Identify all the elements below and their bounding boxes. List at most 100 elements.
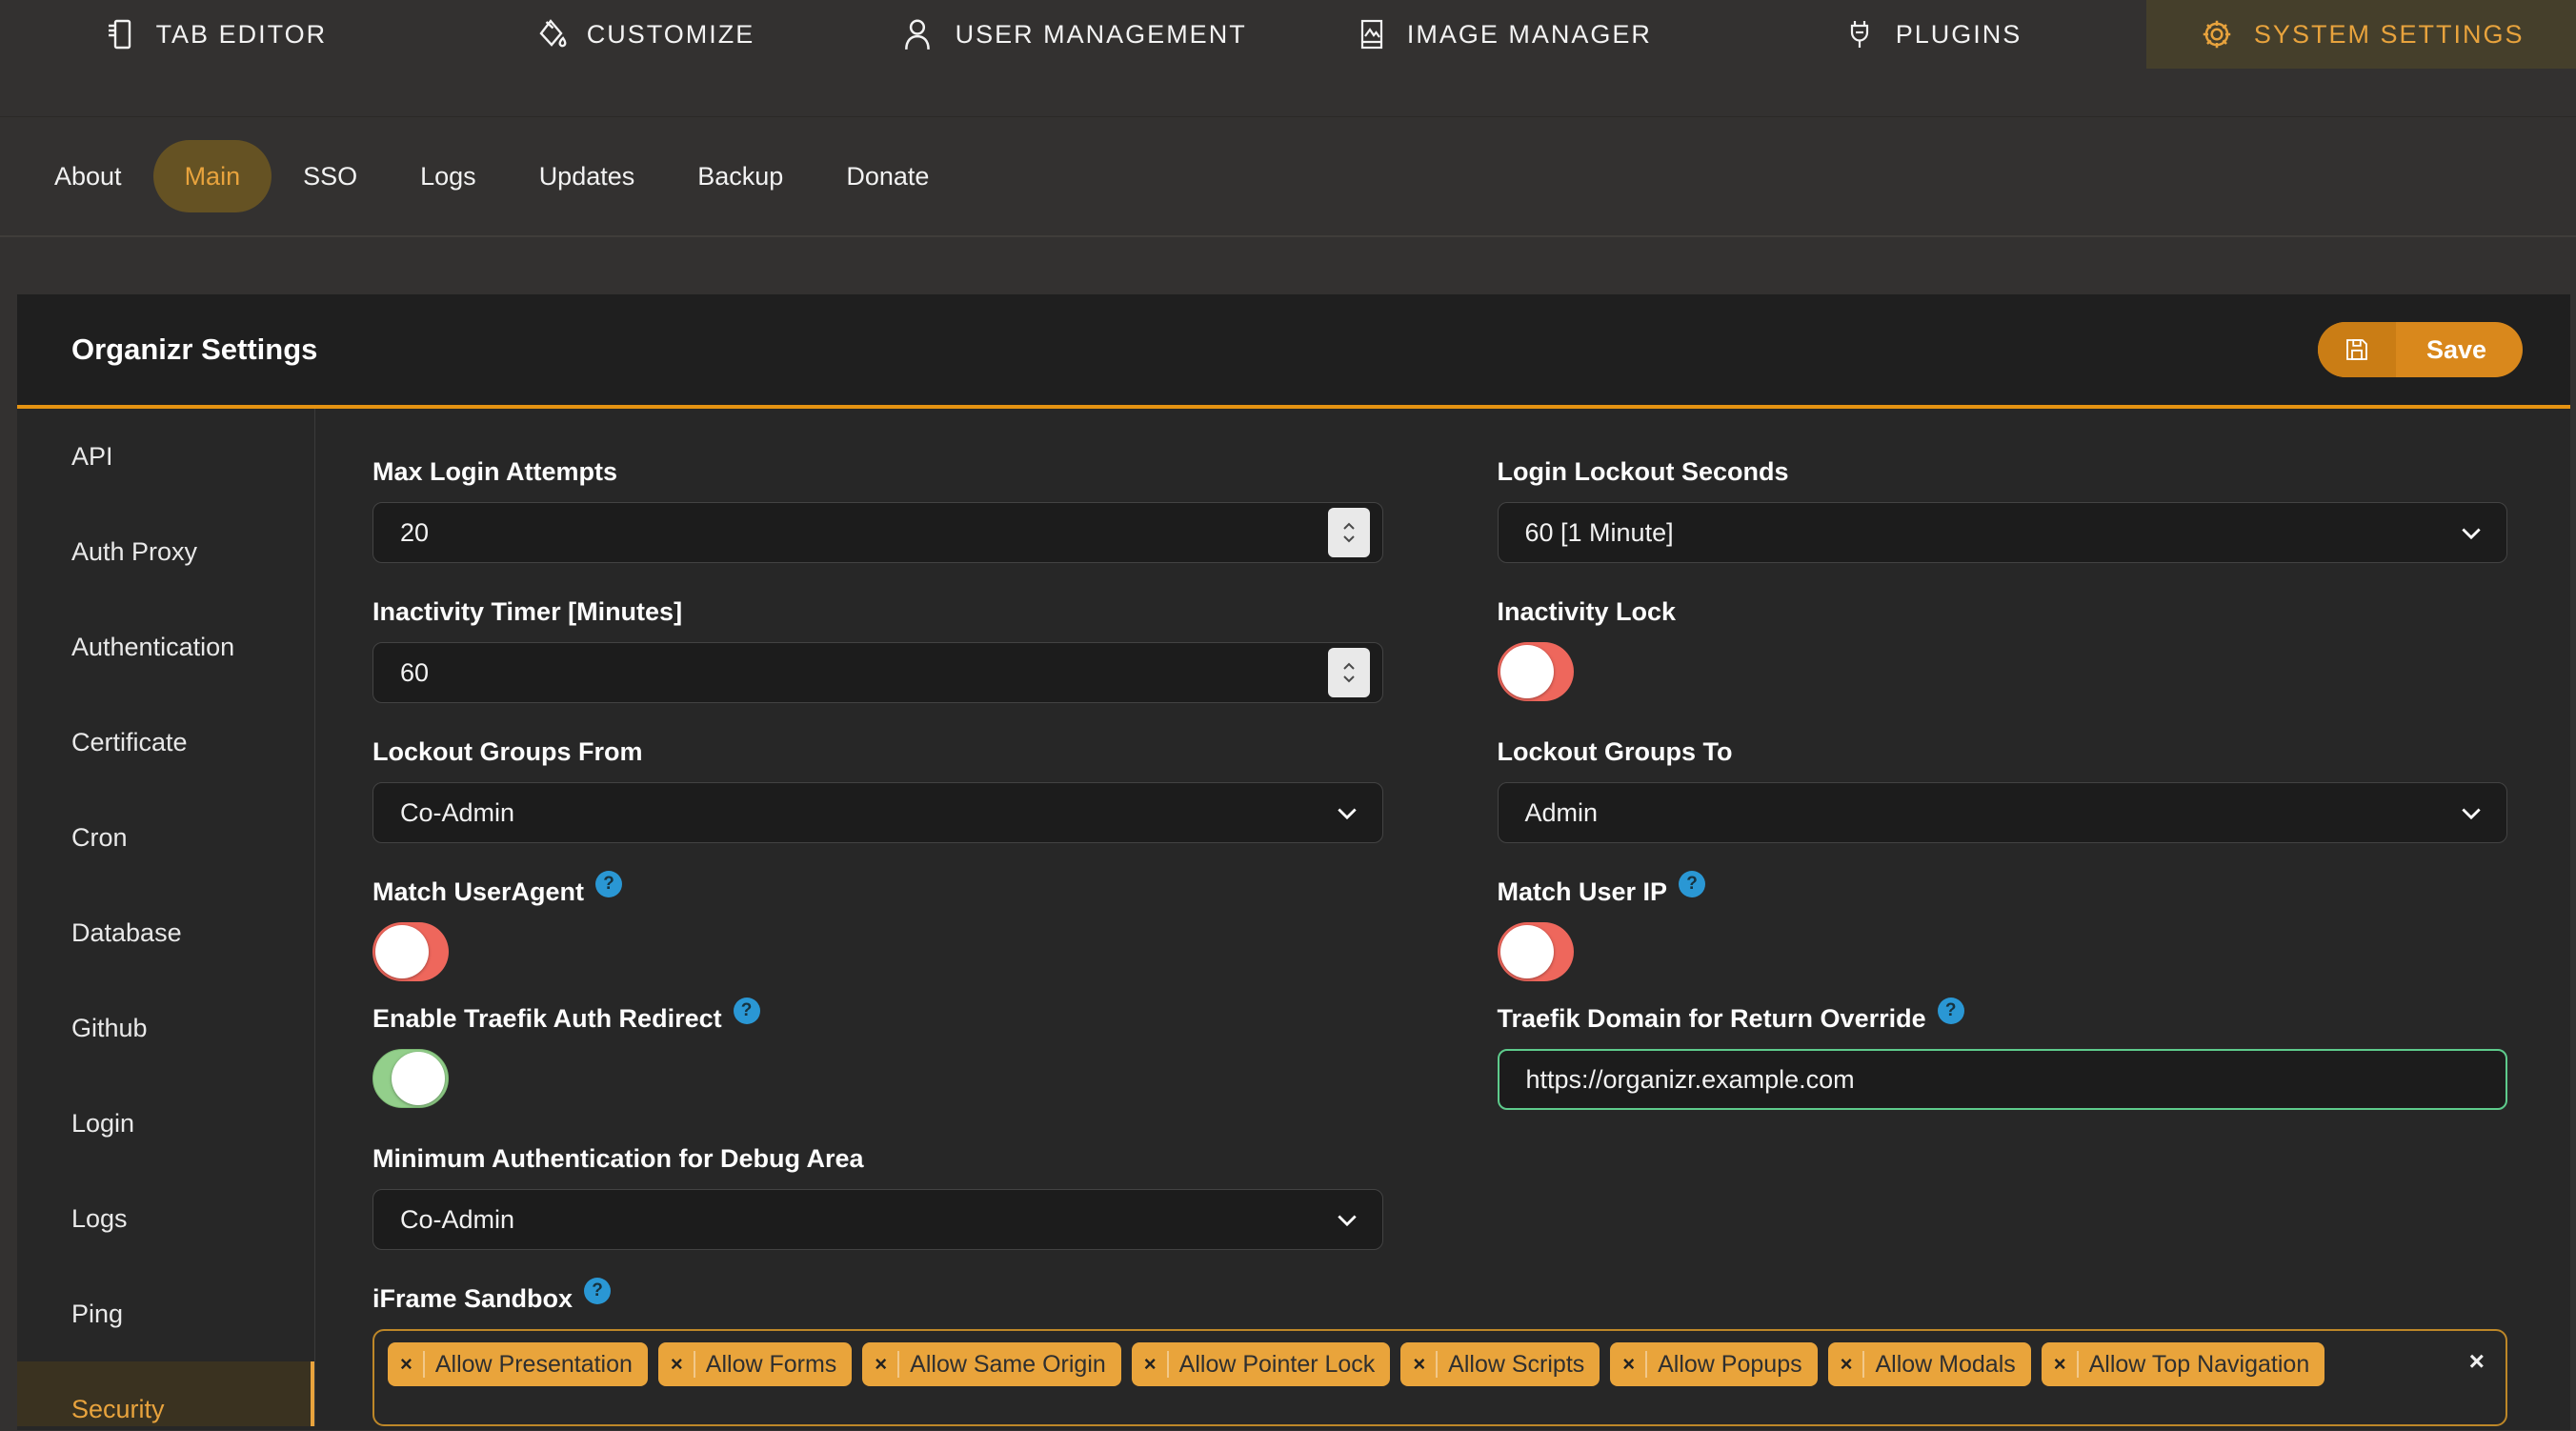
remove-tag-icon[interactable]: × [1841,1352,1853,1377]
sidebar-item-database[interactable]: Database [17,885,314,980]
sidebar-item-login[interactable]: Login [17,1076,314,1171]
field-label-text: Lockout Groups From [372,737,643,766]
field-label-text: Inactivity Timer [Minutes] [372,597,683,626]
sandbox-tag-allow-pointer-lock: × Allow Pointer Lock [1131,1342,1391,1386]
number-spinner-icon[interactable] [1327,508,1370,557]
tag-separator [693,1351,695,1378]
topnav-item-customize[interactable]: CUSTOMIZE [430,0,859,69]
plugins-icon [1842,17,1877,51]
field-label: Lockout Groups To [1498,736,2508,767]
topnav-item-label: PLUGINS [1895,19,2023,49]
remove-tag-icon[interactable]: × [400,1352,413,1377]
page-title: Organizr Settings [71,333,318,366]
subnav-tab-about[interactable]: About [23,140,153,212]
remove-tag-icon[interactable]: × [1413,1352,1425,1377]
sidebar-item-authentication[interactable]: Authentication [17,599,314,695]
lockout-groups-from-select[interactable]: Co-Admin [372,782,1383,843]
user-management-icon [900,16,936,52]
sandbox-tag-allow-forms: × Allow Forms [657,1342,853,1386]
field-label: Traefik Domain for Return Override ? [1497,998,2508,1034]
inactivity-lock-toggle[interactable] [1497,642,1574,701]
match-useragent-toggle[interactable] [372,922,449,981]
subnav-tab-logs[interactable]: Logs [389,140,508,212]
field-label: Match User IP ? [1497,871,2508,907]
field-lockout-groups-to: Lockout Groups To Admin [1497,736,2508,843]
remove-tag-icon[interactable]: × [1622,1352,1635,1377]
login-lockout-seconds-select[interactable]: 60 [1 Minute] [1497,502,2507,563]
enable-traefik-auth-redirect-toggle[interactable] [372,1049,449,1108]
help-icon[interactable]: ? [595,871,623,897]
inactivity-timer-input[interactable] [372,642,1383,703]
sidebar-item-auth-proxy[interactable]: Auth Proxy [17,504,314,599]
iframe-sandbox-tagbox[interactable]: × Allow Presentation × Allow Forms × Allow Sa… [372,1329,2507,1426]
field-label: Login Lockout Seconds [1498,456,2508,487]
clear-tags-icon[interactable]: × [2460,1342,2488,1375]
topnav-item-tab-editor[interactable]: TAB EDITOR [0,0,430,69]
match-user-ip-toggle[interactable] [1497,922,1574,981]
toggle-knob [392,1052,445,1105]
subnav-tab-main[interactable]: Main [152,140,272,212]
remove-tag-icon[interactable]: × [1144,1352,1157,1377]
field-inactivity-timer: Inactivity Timer [Minutes] [372,596,1383,703]
sidebar-item-logs[interactable]: Logs [17,1171,314,1266]
help-icon[interactable]: ? [584,1278,612,1304]
top-navigation: TAB EDITOR CUSTOMIZE USER MANAGEMENT IMAGE … [0,0,2576,117]
help-icon[interactable]: ? [1937,998,1964,1024]
save-button[interactable]: Save [2317,322,2523,377]
traefik-domain-input[interactable] [1497,1049,2507,1110]
help-icon[interactable]: ? [733,998,760,1024]
toggle-knob [375,925,429,978]
remove-tag-icon[interactable]: × [671,1352,683,1377]
subnav-tab-sso[interactable]: SSO [272,140,389,212]
chevron-down-icon [1337,807,1358,820]
chevron-down-icon [2461,807,2482,820]
subnav-tab-backup[interactable]: Backup [666,140,815,212]
tag-separator [1436,1351,1439,1378]
sidebar-item-ping[interactable]: Ping [17,1266,314,1361]
sidebar-item-cron[interactable]: Cron [17,790,314,885]
help-icon[interactable]: ? [1679,871,1706,897]
topnav-item-label: TAB EDITOR [155,19,328,49]
select-value: Admin [1524,797,1599,827]
sidebar-item-github[interactable]: Github [17,980,314,1076]
toggle-knob [1499,645,1554,698]
max-login-attempts-wrap [372,502,1383,563]
field-label-text: Enable Traefik Auth Redirect [372,1004,722,1033]
field-label: Inactivity Lock [1498,596,2508,627]
field-label-text: Login Lockout Seconds [1497,457,1789,486]
sandbox-tag-allow-popups: × Allow Popups [1610,1342,1818,1386]
topnav-item-label: USER MANAGEMENT [955,19,1247,49]
settings-subnav: About Main SSO Logs Updates Backup Donate [0,117,2576,237]
lockout-groups-to-select[interactable]: Admin [1497,782,2507,843]
field-enable-traefik-auth-redirect: Enable Traefik Auth Redirect ? [372,998,1383,1121]
remove-tag-icon[interactable]: × [875,1352,887,1377]
subnav-tab-donate[interactable]: Donate [815,140,960,212]
settings-sidebar: API Auth Proxy Authentication Certificate Cr… [17,409,315,1426]
topnav-item-plugins[interactable]: PLUGINS [1718,0,2147,69]
topnav-item-user-management[interactable]: USER MANAGEMENT [858,0,1288,69]
subnav-tab-updates[interactable]: Updates [508,140,667,212]
tag-label: Allow Forms [705,1350,837,1378]
field-label-text: Traefik Domain for Return Override [1497,1004,1926,1033]
tag-separator [897,1351,900,1378]
field-label-text: Lockout Groups To [1497,737,1733,766]
number-spinner-icon[interactable] [1327,648,1370,697]
field-label-text: Match User IP [1497,877,1668,906]
remove-tag-icon[interactable]: × [2054,1352,2066,1377]
sandbox-tag-allow-presentation: × Allow Presentation [388,1342,648,1386]
sidebar-item-api[interactable]: API [17,409,314,504]
field-label-text: Inactivity Lock [1497,597,1677,626]
max-login-attempts-input[interactable] [372,502,1383,563]
tag-label: Allow Pointer Lock [1178,1350,1376,1378]
min-auth-debug-select[interactable]: Co-Admin [372,1189,1383,1250]
inactivity-timer-wrap [372,642,1383,703]
tag-label: Allow Top Navigation [2088,1350,2310,1378]
settings-content: Max Login Attempts Login Lockout Seconds… [315,409,2570,1426]
field-spacer [1498,1143,2508,1250]
sidebar-item-security[interactable]: Security [17,1361,314,1426]
field-label: Minimum Authentication for Debug Area [372,1143,1383,1174]
topnav-item-system-settings[interactable]: SYSTEM SETTINGS [2146,0,2576,69]
field-label-text: Max Login Attempts [372,457,618,486]
topnav-item-image-manager[interactable]: IMAGE MANAGER [1288,0,1718,69]
sidebar-item-certificate[interactable]: Certificate [17,695,314,790]
